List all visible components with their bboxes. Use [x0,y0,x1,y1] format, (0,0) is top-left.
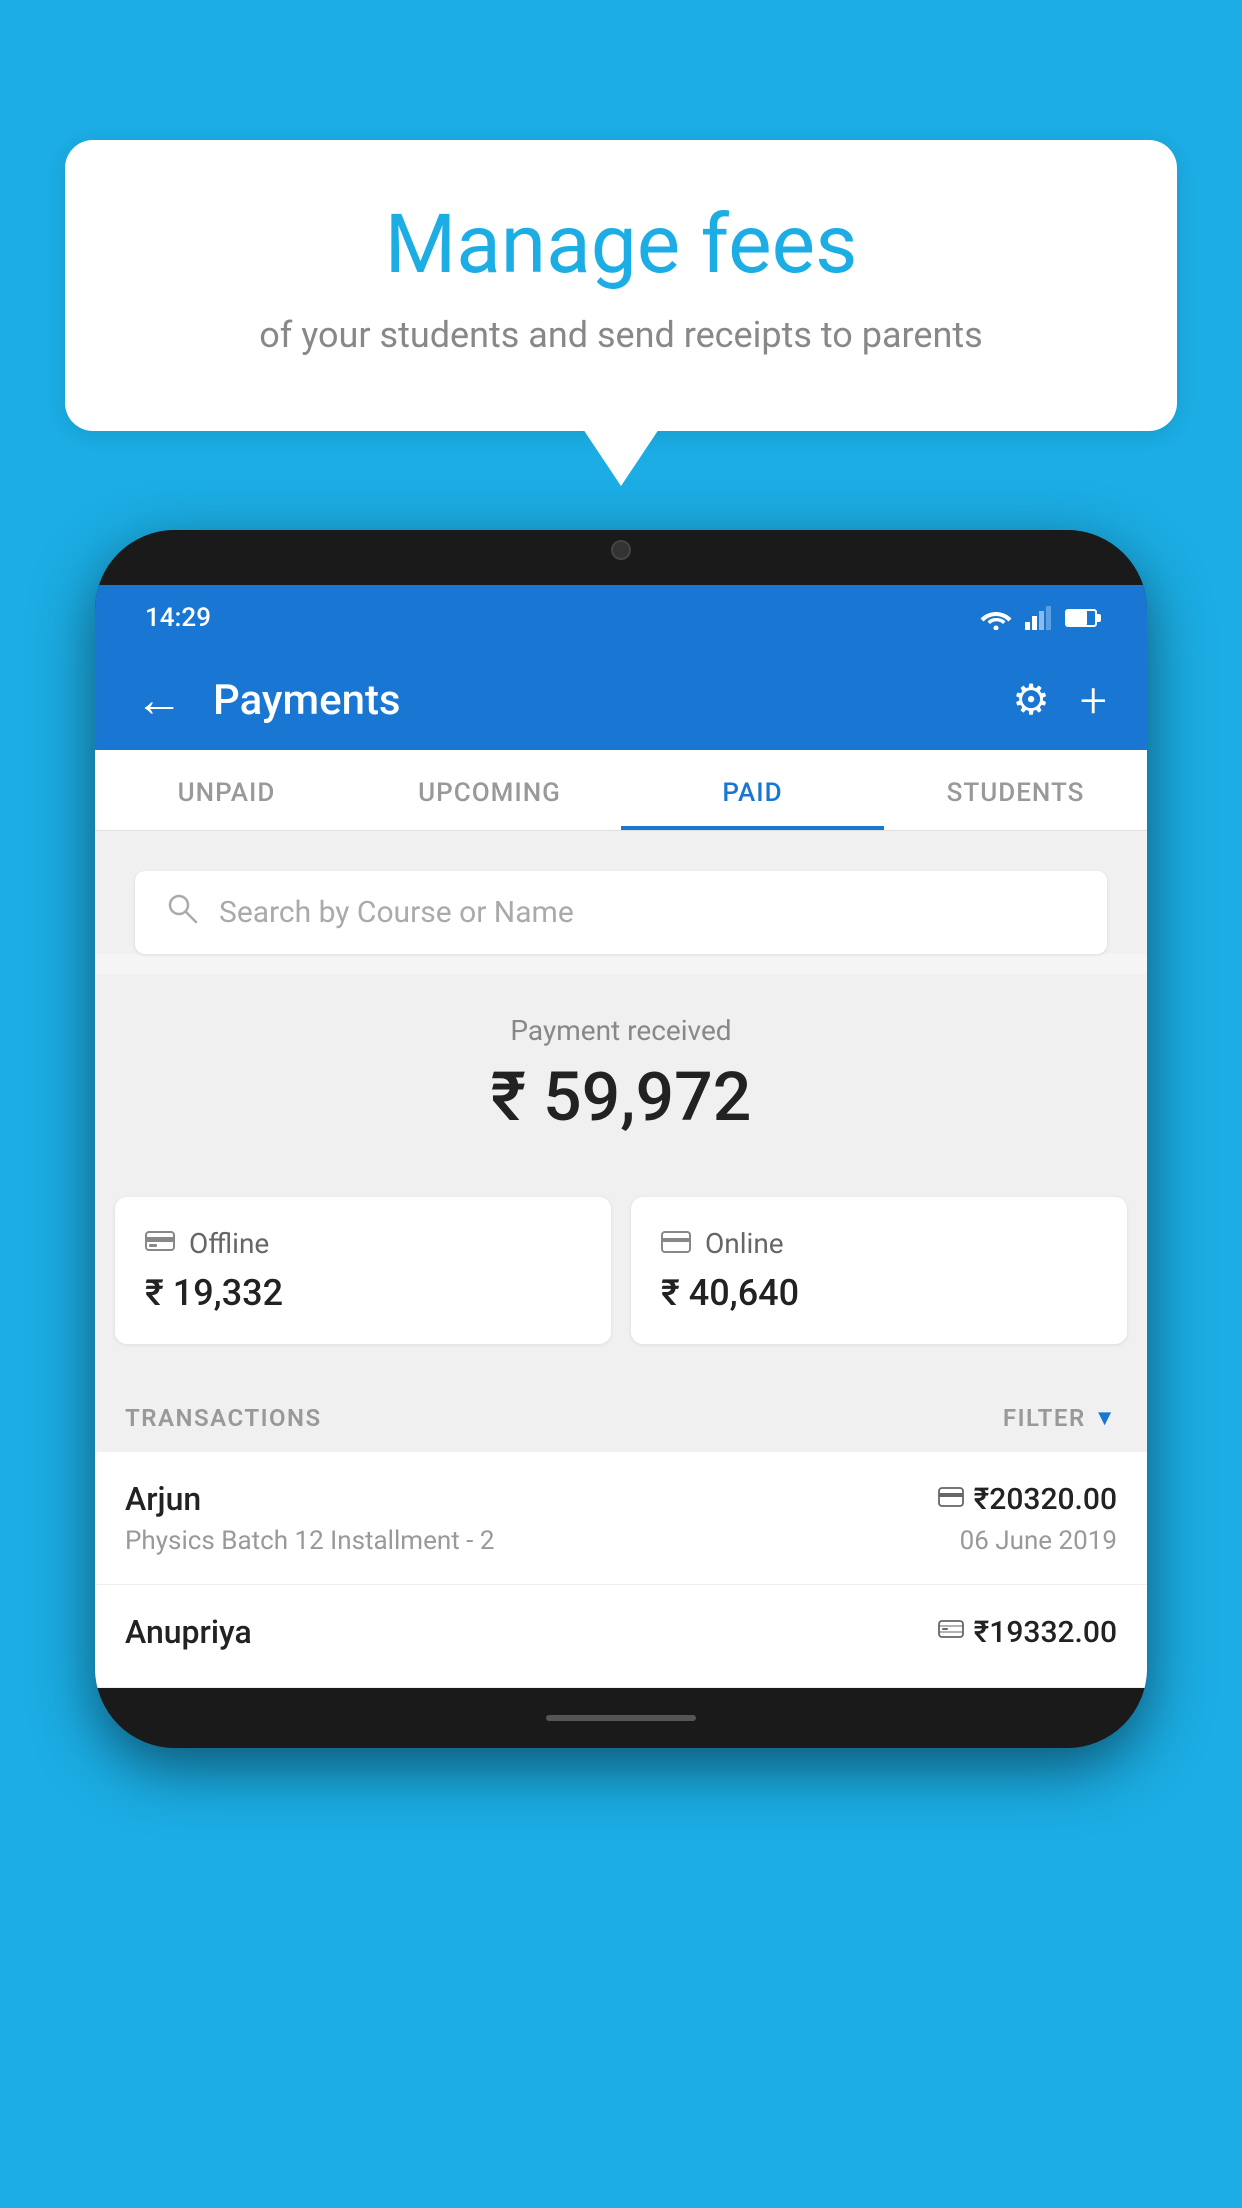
card-payment-icon-1 [938,1485,964,1513]
transaction-desc-1: Physics Batch 12 Installment - 2 [125,1526,494,1556]
wifi-icon [979,606,1013,630]
camera [611,540,631,560]
app-header: ← Payments ⚙ + [95,650,1147,750]
status-icons [979,606,1097,630]
filter-button[interactable]: FILTER ▼ [1003,1404,1117,1432]
transactions-label: TRANSACTIONS [125,1404,322,1432]
home-indicator [546,1715,696,1721]
payment-summary: Payment received ₹ 59,972 [95,974,1147,1197]
phone-device: 14:29 [95,530,1147,1748]
online-label: Online [705,1227,784,1260]
transaction-amount-row-1: ₹20320.00 [938,1482,1117,1517]
bubble-title: Manage fees [115,200,1127,290]
offline-amount: ₹ 19,332 [145,1272,581,1314]
online-amount: ₹ 40,640 [661,1272,1097,1314]
transaction-row[interactable]: Arjun ₹20320.00 Physics Batch 12 Install… [95,1452,1147,1585]
transaction-row-2[interactable]: Anupriya ₹19332.00 [95,1585,1147,1688]
bubble-subtitle: of your students and send receipts to pa… [115,310,1127,360]
tab-paid[interactable]: PAID [621,750,884,830]
tab-unpaid[interactable]: UNPAID [95,750,358,830]
speech-bubble-container: Manage fees of your students and send re… [65,140,1177,431]
tab-upcoming[interactable]: UPCOMING [358,750,621,830]
notch [561,530,681,570]
status-bar: 14:29 [95,585,1147,650]
header-title: Payments [213,676,982,725]
signal-icon [1025,606,1053,630]
speech-bubble: Manage fees of your students and send re… [65,140,1177,431]
top-bezel [95,530,1147,585]
battery-icon [1065,609,1097,627]
settings-button[interactable]: ⚙ [1012,675,1050,725]
offline-icon [145,1227,175,1260]
status-time: 14:29 [145,603,211,633]
filter-icon: ▼ [1094,1405,1117,1431]
app-screen: ← Payments ⚙ + UNPAID UPCOMING PAID STUD… [95,650,1147,1688]
transaction-name-2: Anupriya [125,1613,252,1651]
back-button[interactable]: ← [135,676,183,724]
cash-payment-icon-2 [938,1618,964,1646]
online-card: Online ₹ 40,640 [631,1197,1127,1344]
transaction-amount-2: ₹19332.00 [974,1615,1117,1650]
search-icon [165,891,199,934]
transaction-name-1: Arjun [125,1480,201,1518]
search-placeholder: Search by Course or Name [219,895,574,930]
payment-total-amount: ₹ 59,972 [115,1057,1127,1137]
offline-card: Offline ₹ 19,332 [115,1197,611,1344]
transaction-amount-1: ₹20320.00 [974,1482,1117,1517]
tabs-bar: UNPAID UPCOMING PAID STUDENTS [95,750,1147,831]
offline-label: Offline [189,1227,269,1260]
tab-students[interactable]: STUDENTS [884,750,1147,830]
phone-body: 14:29 [95,530,1147,1748]
transactions-header: TRANSACTIONS FILTER ▼ [95,1374,1147,1452]
payment-received-label: Payment received [115,1014,1127,1047]
payment-cards: Offline ₹ 19,332 Online ₹ [95,1197,1147,1374]
bottom-bezel [95,1688,1147,1748]
transaction-date-1: 06 June 2019 [960,1526,1117,1556]
search-bar[interactable]: Search by Course or Name [135,871,1107,954]
transaction-amount-row-2: ₹19332.00 [938,1615,1117,1650]
online-icon [661,1227,691,1260]
add-button[interactable]: + [1080,672,1107,729]
